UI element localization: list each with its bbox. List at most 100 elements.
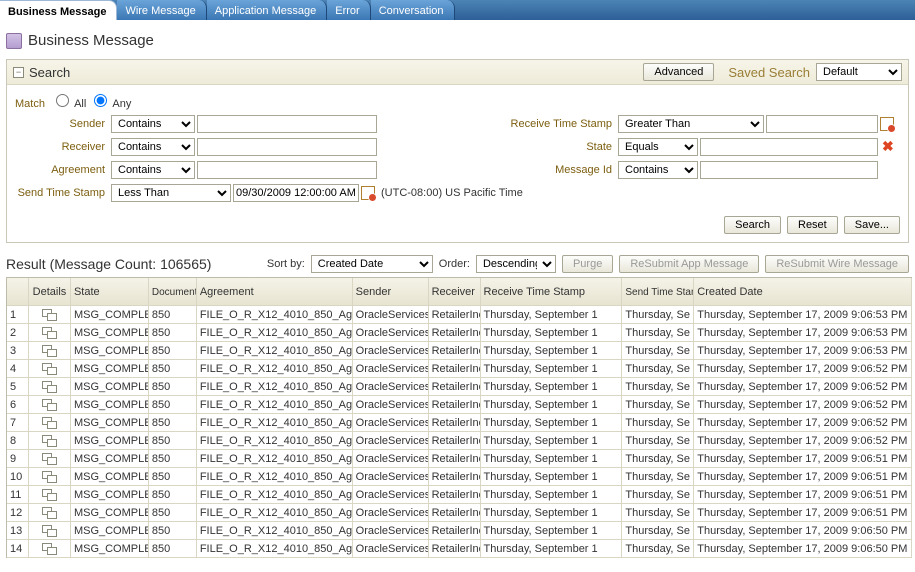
- sortby-select[interactable]: Created Date: [311, 255, 433, 273]
- receive-time-stamp-input[interactable]: [766, 115, 878, 133]
- table-row[interactable]: 11MSG_COMPLETE850FILE_O_R_X12_4010_850_A…: [7, 486, 912, 504]
- sender-cell: OracleServices: [353, 324, 429, 341]
- details-cell[interactable]: [29, 378, 71, 395]
- details-icon[interactable]: [42, 471, 56, 482]
- agreement-op-select[interactable]: Contains: [111, 161, 195, 179]
- table-row[interactable]: 2MSG_COMPLETE850FILE_O_R_X12_4010_850_Ag…: [7, 324, 912, 342]
- col-doctype[interactable]: Document Type: [149, 278, 197, 306]
- purge-button[interactable]: Purge: [562, 255, 613, 273]
- reset-button[interactable]: Reset: [787, 216, 838, 234]
- details-icon[interactable]: [42, 507, 56, 518]
- details-cell[interactable]: [29, 486, 71, 503]
- table-row[interactable]: 5MSG_COMPLETE850FILE_O_R_X12_4010_850_Ag…: [7, 378, 912, 396]
- tab-wire-message[interactable]: Wire Message: [117, 0, 206, 20]
- details-cell[interactable]: [29, 342, 71, 359]
- details-cell[interactable]: [29, 540, 71, 557]
- table-row[interactable]: 4MSG_COMPLETE850FILE_O_R_X12_4010_850_Ag…: [7, 360, 912, 378]
- details-icon[interactable]: [42, 435, 56, 446]
- table-row[interactable]: 9MSG_COMPLETE850FILE_O_R_X12_4010_850_Ag…: [7, 450, 912, 468]
- details-cell[interactable]: [29, 306, 71, 323]
- collapse-icon[interactable]: −: [13, 67, 24, 78]
- match-any-radio[interactable]: [94, 94, 107, 107]
- doctype-cell: 850: [149, 540, 197, 557]
- sender-cell: OracleServices: [353, 396, 429, 413]
- col-agreement[interactable]: Agreement: [197, 278, 353, 306]
- state-cell: MSG_COMPLETE: [71, 342, 149, 359]
- doctype-cell: 850: [149, 306, 197, 323]
- agreement-input[interactable]: [197, 161, 377, 179]
- sender-op-select[interactable]: Contains: [111, 115, 195, 133]
- created-cell: Thursday, September 17, 2009 9:06:50 PM …: [694, 522, 912, 539]
- search-button[interactable]: Search: [724, 216, 781, 234]
- table-row[interactable]: 12MSG_COMPLETE850FILE_O_R_X12_4010_850_A…: [7, 504, 912, 522]
- table-row[interactable]: 6MSG_COMPLETE850FILE_O_R_X12_4010_850_Ag…: [7, 396, 912, 414]
- agreement-cell: FILE_O_R_X12_4010_850_Agr: [197, 414, 353, 431]
- details-cell[interactable]: [29, 414, 71, 431]
- table-row[interactable]: 14MSG_COMPLETE850FILE_O_R_X12_4010_850_A…: [7, 540, 912, 558]
- receiver-input[interactable]: [197, 138, 377, 156]
- details-cell[interactable]: [29, 504, 71, 521]
- tab-application-message[interactable]: Application Message: [207, 0, 328, 20]
- sender-cell: OracleServices: [353, 522, 429, 539]
- details-icon[interactable]: [42, 525, 56, 536]
- table-row[interactable]: 13MSG_COMPLETE850FILE_O_R_X12_4010_850_A…: [7, 522, 912, 540]
- delete-icon[interactable]: ✖: [882, 140, 896, 154]
- col-receive-ts[interactable]: Receive Time Stamp: [481, 278, 623, 306]
- col-sender[interactable]: Sender: [353, 278, 429, 306]
- details-icon[interactable]: [42, 417, 56, 428]
- criteria-label: State: [498, 141, 618, 153]
- col-state[interactable]: State: [71, 278, 149, 306]
- details-icon[interactable]: [42, 453, 56, 464]
- agreement-cell: FILE_O_R_X12_4010_850_Agr: [197, 342, 353, 359]
- table-row[interactable]: 8MSG_COMPLETE850FILE_O_R_X12_4010_850_Ag…: [7, 432, 912, 450]
- col-created[interactable]: Created Date: [694, 278, 912, 306]
- calendar-icon[interactable]: [880, 117, 894, 131]
- details-icon[interactable]: [42, 327, 56, 338]
- table-row[interactable]: 1MSG_COMPLETE850FILE_O_R_X12_4010_850_Ag…: [7, 306, 912, 324]
- receive-ts-cell: Thursday, September 1: [481, 378, 623, 395]
- save-button[interactable]: Save...: [844, 216, 900, 234]
- details-cell[interactable]: [29, 360, 71, 377]
- table-row[interactable]: 7MSG_COMPLETE850FILE_O_R_X12_4010_850_Ag…: [7, 414, 912, 432]
- sender-cell: OracleServices: [353, 378, 429, 395]
- tab-business-message[interactable]: Business Message: [0, 0, 117, 20]
- receiver-op-select[interactable]: Contains: [111, 138, 195, 156]
- send-ts-cell: Thursday, Se: [622, 522, 694, 539]
- details-icon[interactable]: [42, 489, 56, 500]
- receive-time-stamp-op-select[interactable]: Greater Than: [618, 115, 764, 133]
- details-icon[interactable]: [42, 345, 56, 356]
- details-icon[interactable]: [42, 309, 56, 320]
- table-row[interactable]: 10MSG_COMPLETE850FILE_O_R_X12_4010_850_A…: [7, 468, 912, 486]
- details-cell[interactable]: [29, 432, 71, 449]
- send-ts-input[interactable]: [233, 184, 359, 202]
- tab-conversation[interactable]: Conversation: [371, 0, 455, 20]
- sender-input[interactable]: [197, 115, 377, 133]
- details-cell[interactable]: [29, 324, 71, 341]
- match-all-radio[interactable]: [56, 94, 69, 107]
- table-row[interactable]: 3MSG_COMPLETE850FILE_O_R_X12_4010_850_Ag…: [7, 342, 912, 360]
- calendar-icon[interactable]: [361, 186, 375, 200]
- details-cell[interactable]: [29, 396, 71, 413]
- col-send-ts[interactable]: Send Time Stamp: [622, 278, 694, 306]
- advanced-button[interactable]: Advanced: [643, 63, 714, 81]
- resubmit-app-button[interactable]: ReSubmit App Message: [619, 255, 759, 273]
- state-input[interactable]: [700, 138, 878, 156]
- order-select[interactable]: Descending: [476, 255, 556, 273]
- details-cell[interactable]: [29, 468, 71, 485]
- resubmit-wire-button[interactable]: ReSubmit Wire Message: [765, 255, 909, 273]
- col-details[interactable]: Details: [29, 278, 71, 306]
- saved-search-select[interactable]: Default: [816, 63, 902, 81]
- details-icon[interactable]: [42, 543, 56, 554]
- details-icon[interactable]: [42, 399, 56, 410]
- details-icon[interactable]: [42, 363, 56, 374]
- send-ts-op-select[interactable]: Less Than: [111, 184, 231, 202]
- state-op-select[interactable]: Equals: [618, 138, 698, 156]
- tab-error[interactable]: Error: [327, 0, 370, 20]
- details-cell[interactable]: [29, 522, 71, 539]
- details-cell[interactable]: [29, 450, 71, 467]
- created-cell: Thursday, September 17, 2009 9:06:51 PM …: [694, 504, 912, 521]
- message-id-op-select[interactable]: Contains: [618, 161, 698, 179]
- col-receiver[interactable]: Receiver: [429, 278, 481, 306]
- details-icon[interactable]: [42, 381, 56, 392]
- message-id-input[interactable]: [700, 161, 878, 179]
